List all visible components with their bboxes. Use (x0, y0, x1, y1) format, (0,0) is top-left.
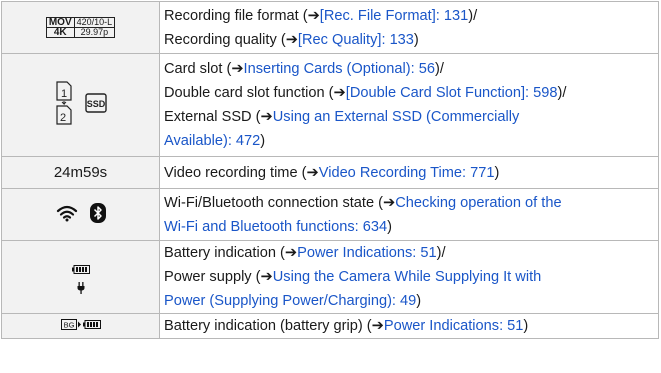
arrow-icon: ➔ (383, 194, 396, 211)
description-cell: Battery indication (➔Power Indications: … (159, 240, 659, 314)
icon-cell: 1 2 SSD (1, 53, 160, 157)
power-plug-icon (77, 281, 84, 294)
rec-file-format-link[interactable]: [Rec. File Format]: 131 (320, 8, 468, 24)
external-ssd-link[interactable]: Using an External SSD (Commercially (273, 109, 520, 125)
table-row: 1 2 SSD Card slot (➔Inserting Cards (Opt… (1, 53, 659, 157)
svg-text:BG: BG (63, 321, 74, 330)
recording-time-value: 24m59s (53, 163, 108, 181)
icon-cell (1, 188, 160, 241)
description-line: Wi-Fi/Bluetooth connection state (➔Check… (164, 194, 562, 211)
icon-cell: BG (1, 313, 160, 339)
supplying-power-link-cont[interactable]: Power (Supplying Power/Charging): 49 (164, 293, 416, 309)
arrow-icon: ➔ (285, 31, 298, 48)
table-row: 24m59s Video recording time (➔Video Reco… (1, 156, 659, 189)
description-cell: Card slot (➔Inserting Cards (Optional): … (159, 53, 659, 157)
arrow-icon: ➔ (307, 7, 320, 24)
description-line: Available): 472) (164, 133, 266, 149)
wifi-bluetooth-check-link-cont[interactable]: Wi-Fi and Bluetooth functions: 634 (164, 219, 387, 235)
battery-icon (82, 320, 101, 329)
resolution-label: 4K (46, 27, 75, 38)
arrow-icon: ➔ (260, 109, 273, 125)
arrow-icon: ➔ (260, 269, 273, 285)
icon-reference-table: MOV 420/10-L 4K 29.97p Recording file fo… (1, 1, 659, 339)
arrow-icon: ➔ (306, 164, 319, 181)
icon-cell (1, 240, 160, 314)
table-row: Battery indication (➔Power Indications: … (1, 240, 659, 314)
wifi-icon (56, 205, 77, 221)
table-row: Wi-Fi/Bluetooth connection state (➔Check… (1, 188, 659, 241)
battery-icon (71, 264, 90, 274)
format-label: MOV (47, 18, 75, 28)
description-cell: Wi-Fi/Bluetooth connection state (➔Check… (159, 188, 659, 241)
description-line: Card slot (➔Inserting Cards (Optional): … (164, 61, 444, 77)
power-indications-grip-link[interactable]: Power Indications: 51 (384, 318, 524, 334)
supplying-power-link[interactable]: Using the Camera While Supplying It with (273, 269, 541, 285)
bitrate-label: 420/10-L (76, 17, 113, 27)
description-line: Power supply (➔Using the Camera While Su… (164, 269, 542, 285)
arrow-icon: ➔ (333, 85, 346, 101)
description-line: Battery indication (battery grip) (➔Powe… (164, 318, 529, 334)
inserting-cards-link[interactable]: Inserting Cards (Optional): 56 (244, 61, 435, 77)
icon-cell: 24m59s (1, 156, 160, 189)
external-ssd-link-cont[interactable]: Available): 472 (164, 133, 260, 149)
bluetooth-icon (89, 202, 106, 223)
ssd-icon: SSD (84, 92, 107, 113)
table-row: MOV 420/10-L 4K 29.97p Recording file fo… (1, 1, 659, 54)
svg-text:1: 1 (61, 88, 67, 100)
arrow-icon: ➔ (284, 245, 298, 261)
description-line: Double card slot function (➔[Double Card… (164, 85, 567, 101)
video-recording-time-link[interactable]: Video Recording Time: 771 (319, 165, 495, 181)
description-line: External SSD (➔Using an External SSD (Co… (164, 109, 520, 125)
battery-grip-icon: BG (60, 319, 81, 330)
icon-cell: MOV 420/10-L 4K 29.97p (1, 1, 160, 54)
arrow-icon: ➔ (371, 318, 384, 334)
double-card-slot-link[interactable]: [Double Card Slot Function]: 598 (346, 85, 558, 101)
description-line: Power (Supplying Power/Charging): 49) (164, 293, 422, 309)
wifi-bluetooth-check-link[interactable]: Checking operation of the (395, 195, 561, 211)
svg-text:SSD: SSD (86, 99, 105, 109)
description-cell: Video recording time (➔Video Recording T… (159, 156, 659, 189)
table-row: BG Battery indication (battery grip) (➔P… (1, 313, 659, 339)
description-line: Recording file format (➔[Rec. File Forma… (164, 7, 478, 24)
svg-text:2: 2 (60, 112, 66, 124)
description-cell: Battery indication (battery grip) (➔Powe… (159, 313, 659, 339)
description-line: Video recording time (➔Video Recording T… (164, 164, 500, 181)
description-line: Recording quality (➔[Rec Quality]: 133) (164, 31, 419, 48)
arrow-icon: ➔ (231, 61, 244, 77)
description-cell: Recording file format (➔[Rec. File Forma… (159, 1, 659, 54)
description-line: Battery indication (➔Power Indications: … (164, 245, 446, 261)
recording-format-icon: MOV 420/10-L 4K 29.97p (45, 17, 116, 38)
rec-quality-link[interactable]: [Rec Quality]: 133 (298, 32, 414, 48)
framerate-label: 29.97p (74, 27, 115, 37)
power-indications-link[interactable]: Power Indications: 51 (297, 245, 437, 261)
card-slot-icon: 1 2 (55, 80, 72, 125)
description-line: Wi-Fi and Bluetooth functions: 634) (164, 218, 392, 235)
